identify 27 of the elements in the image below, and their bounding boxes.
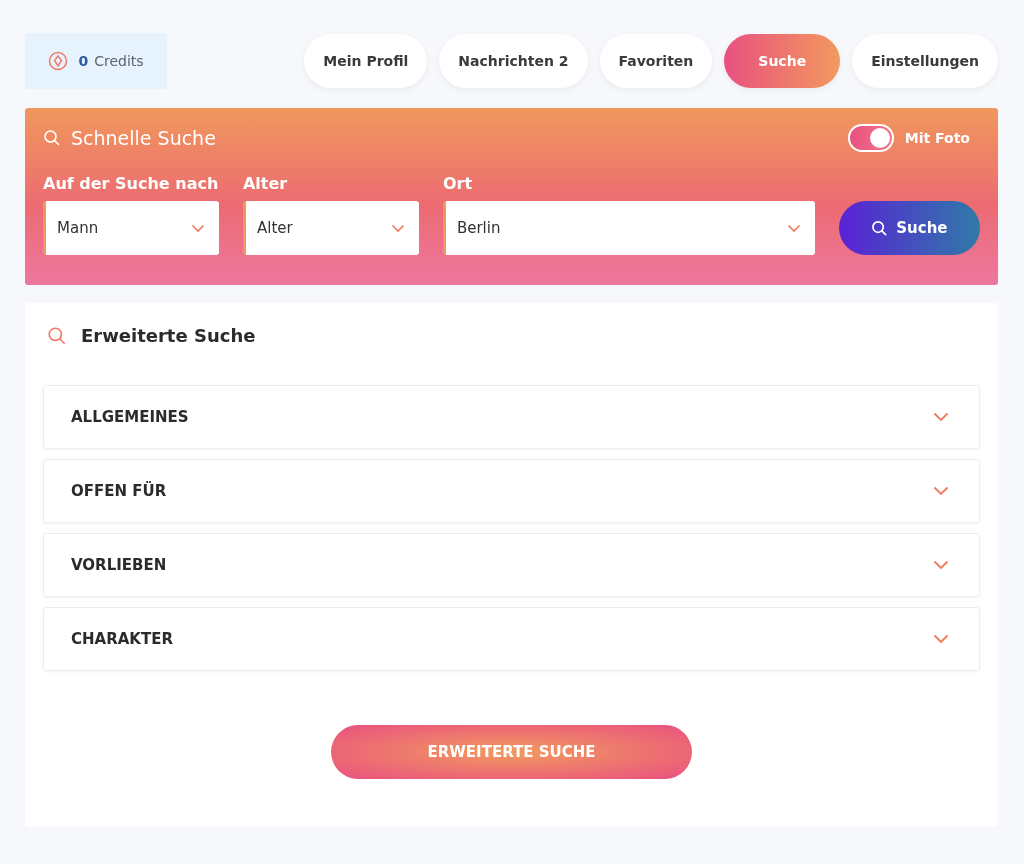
chevron-down-icon [786,223,801,233]
chevron-down-icon [390,223,405,233]
quick-search-title: Schnelle Suche [71,127,216,149]
field-label: Auf der Suche nach [43,174,219,193]
search-button[interactable]: Suche [838,201,980,255]
accordion-section[interactable]: CHARAKTER [43,607,980,671]
select-field[interactable]: Mann [43,201,219,255]
nav-tab[interactable]: Nachrichten 2 [439,34,588,88]
nav-tab[interactable]: Einstellungen [852,34,998,88]
nav-tab[interactable]: Favoriten [599,34,713,88]
select-field[interactable]: Berlin [442,201,815,255]
search-icon [43,129,61,147]
search-icon [47,325,67,346]
accordion-section[interactable]: OFFEN FÜR [43,459,980,523]
advanced-search-title: Erweiterte Suche [81,325,256,346]
nav-tab[interactable]: Mein Profil [304,34,428,88]
accordion-section[interactable]: ALLGEMEINES [43,385,980,449]
credits-label: Credits [94,53,144,69]
field-label: Ort [442,174,474,193]
field-label: Alter [242,174,289,193]
search-icon [871,219,889,237]
credit-count: 0 [78,53,89,69]
accordion-section[interactable]: VORLIEBEN [43,533,980,597]
chevron-down-icon [190,223,205,233]
select-field[interactable]: Alter [242,201,419,255]
photo-toggle-label: Mit Foto [904,130,970,146]
photo-toggle[interactable] [847,124,894,152]
